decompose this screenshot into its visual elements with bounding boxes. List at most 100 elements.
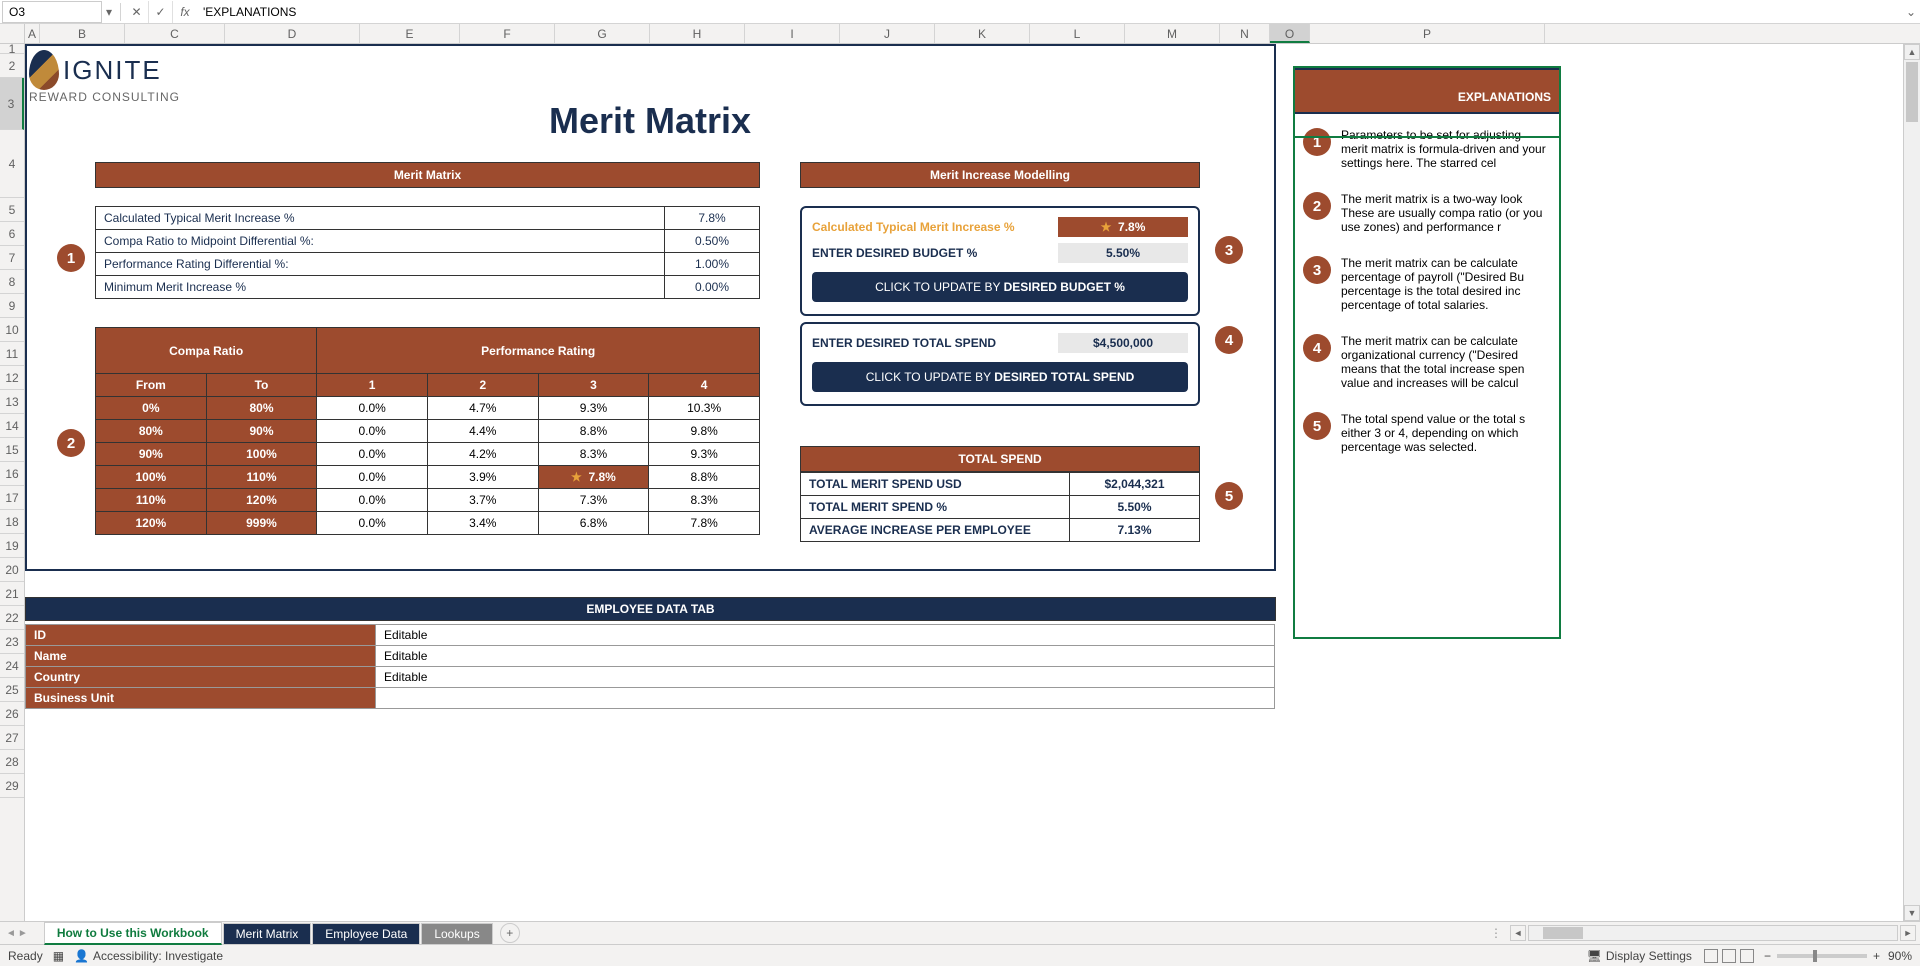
- separator: [120, 3, 121, 21]
- horizontal-scroll: ⋮ ◄ ►: [520, 925, 1920, 941]
- budget-input[interactable]: 5.50%: [1058, 243, 1188, 263]
- column-header[interactable]: F: [460, 24, 555, 43]
- matrix-cell: 8.8%: [649, 466, 760, 489]
- display-settings-text[interactable]: Display Settings: [1606, 949, 1692, 963]
- column-header[interactable]: L: [1030, 24, 1125, 43]
- row-header[interactable]: 1: [0, 44, 24, 54]
- update-spend-button[interactable]: CLICK TO UPDATE BY DESIRED TOTAL SPEND: [812, 362, 1188, 392]
- display-settings-icon[interactable]: 🖥: [1587, 949, 1602, 963]
- select-all-button[interactable]: [0, 24, 25, 43]
- column-header[interactable]: C: [125, 24, 225, 43]
- enter-icon[interactable]: ✓: [149, 1, 173, 23]
- vertical-scrollbar[interactable]: ▲ ▼: [1903, 44, 1920, 921]
- spend-label: AVERAGE INCREASE PER EMPLOYEE: [801, 519, 1070, 542]
- scroll-thumb[interactable]: [1906, 62, 1918, 122]
- tab-split-icon[interactable]: ⋮: [1490, 926, 1508, 940]
- tab-merit-matrix[interactable]: Merit Matrix: [223, 923, 312, 944]
- scroll-down-icon[interactable]: ▼: [1904, 905, 1920, 921]
- zoom-level[interactable]: 90%: [1888, 949, 1912, 963]
- row-header[interactable]: 8: [0, 270, 24, 294]
- zoom-in-button[interactable]: +: [1873, 949, 1880, 963]
- row-header[interactable]: 20: [0, 558, 24, 582]
- scroll-left-icon[interactable]: ◄: [1510, 925, 1526, 941]
- column-header[interactable]: A: [25, 24, 40, 43]
- row-header[interactable]: 17: [0, 486, 24, 510]
- row-header[interactable]: 26: [0, 702, 24, 726]
- row-header[interactable]: 12: [0, 366, 24, 390]
- row-header[interactable]: 7: [0, 246, 24, 270]
- matrix-cell: 0.0%: [317, 397, 428, 420]
- spend-input[interactable]: $4,500,000: [1058, 333, 1188, 353]
- row-header[interactable]: 6: [0, 222, 24, 246]
- row-header[interactable]: 5: [0, 198, 24, 222]
- row-header[interactable]: 4: [0, 130, 24, 198]
- row-header[interactable]: 28: [0, 750, 24, 774]
- row-header[interactable]: 16: [0, 462, 24, 486]
- accessibility-text[interactable]: Accessibility: Investigate: [93, 949, 223, 963]
- column-header[interactable]: H: [650, 24, 745, 43]
- add-sheet-button[interactable]: +: [500, 923, 520, 943]
- column-header[interactable]: N: [1220, 24, 1270, 43]
- tab-lookups[interactable]: Lookups: [421, 923, 492, 944]
- tab-employee-data[interactable]: Employee Data: [312, 923, 420, 944]
- formula-expand-icon[interactable]: ⌄: [1902, 5, 1920, 19]
- scroll-right-icon[interactable]: ►: [1900, 925, 1916, 941]
- row-header[interactable]: 2: [0, 54, 24, 78]
- row-header[interactable]: 3: [0, 78, 24, 130]
- tab-how-to-use[interactable]: How to Use this Workbook: [44, 922, 222, 945]
- name-box[interactable]: O3: [2, 1, 102, 23]
- name-box-dropdown[interactable]: ▾: [102, 5, 116, 19]
- zoom-out-button[interactable]: −: [1764, 949, 1771, 963]
- column-header[interactable]: E: [360, 24, 460, 43]
- column-header[interactable]: P: [1310, 24, 1545, 43]
- row-header[interactable]: 22: [0, 606, 24, 630]
- row-header[interactable]: 21: [0, 582, 24, 606]
- column-header[interactable]: O: [1270, 24, 1310, 43]
- matrix-from: 90%: [96, 443, 207, 466]
- row-header[interactable]: 27: [0, 726, 24, 750]
- matrix-to: 120%: [206, 489, 317, 512]
- row-header[interactable]: 11: [0, 342, 24, 366]
- column-header[interactable]: I: [745, 24, 840, 43]
- matrix-cell: 3.9%: [427, 466, 538, 489]
- row-header[interactable]: 9: [0, 294, 24, 318]
- column-header[interactable]: J: [840, 24, 935, 43]
- fx-icon[interactable]: fx: [173, 5, 197, 19]
- hscroll-thumb[interactable]: [1543, 927, 1583, 939]
- column-header[interactable]: M: [1125, 24, 1220, 43]
- zoom-slider[interactable]: [1777, 954, 1867, 958]
- column-header[interactable]: K: [935, 24, 1030, 43]
- worksheet[interactable]: IGNITE REWARD CONSULTING Merit Matrix Me…: [25, 44, 1920, 921]
- view-layout-icon[interactable]: [1722, 949, 1736, 963]
- page-title: Merit Matrix: [25, 100, 1275, 142]
- cancel-icon[interactable]: ✕: [125, 1, 149, 23]
- column-header[interactable]: B: [40, 24, 125, 43]
- row-header[interactable]: 18: [0, 510, 24, 534]
- column-header[interactable]: D: [225, 24, 360, 43]
- formula-input[interactable]: 'EXPLANATIONS: [197, 1, 1902, 23]
- button-text-a: CLICK TO UPDATE BY: [875, 280, 1003, 294]
- row-header[interactable]: 15: [0, 438, 24, 462]
- scroll-up-icon[interactable]: ▲: [1904, 44, 1920, 60]
- row-header[interactable]: 23: [0, 630, 24, 654]
- table-row: 0%80%0.0%4.7%9.3%10.3%: [96, 397, 760, 420]
- hscroll-track[interactable]: [1528, 925, 1898, 941]
- tab-next-icon[interactable]: ►: [18, 928, 28, 939]
- row-header[interactable]: 10: [0, 318, 24, 342]
- view-pagebreak-icon[interactable]: [1740, 949, 1754, 963]
- tab-nav: ◄ ►: [0, 928, 34, 939]
- update-budget-button[interactable]: CLICK TO UPDATE BY DESIRED BUDGET %: [812, 272, 1188, 302]
- merit-matrix-header: Merit Matrix: [95, 162, 760, 188]
- column-header[interactable]: G: [555, 24, 650, 43]
- row-header[interactable]: 29: [0, 774, 24, 798]
- row-header[interactable]: 24: [0, 654, 24, 678]
- row-header[interactable]: 14: [0, 414, 24, 438]
- matrix-from: 120%: [96, 512, 207, 535]
- row-header[interactable]: 13: [0, 390, 24, 414]
- accessibility-icon[interactable]: 👤: [74, 949, 89, 963]
- macro-icon[interactable]: ▦: [53, 949, 64, 963]
- row-header[interactable]: 19: [0, 534, 24, 558]
- tab-prev-icon[interactable]: ◄: [6, 928, 16, 939]
- view-normal-icon[interactable]: [1704, 949, 1718, 963]
- row-header[interactable]: 25: [0, 678, 24, 702]
